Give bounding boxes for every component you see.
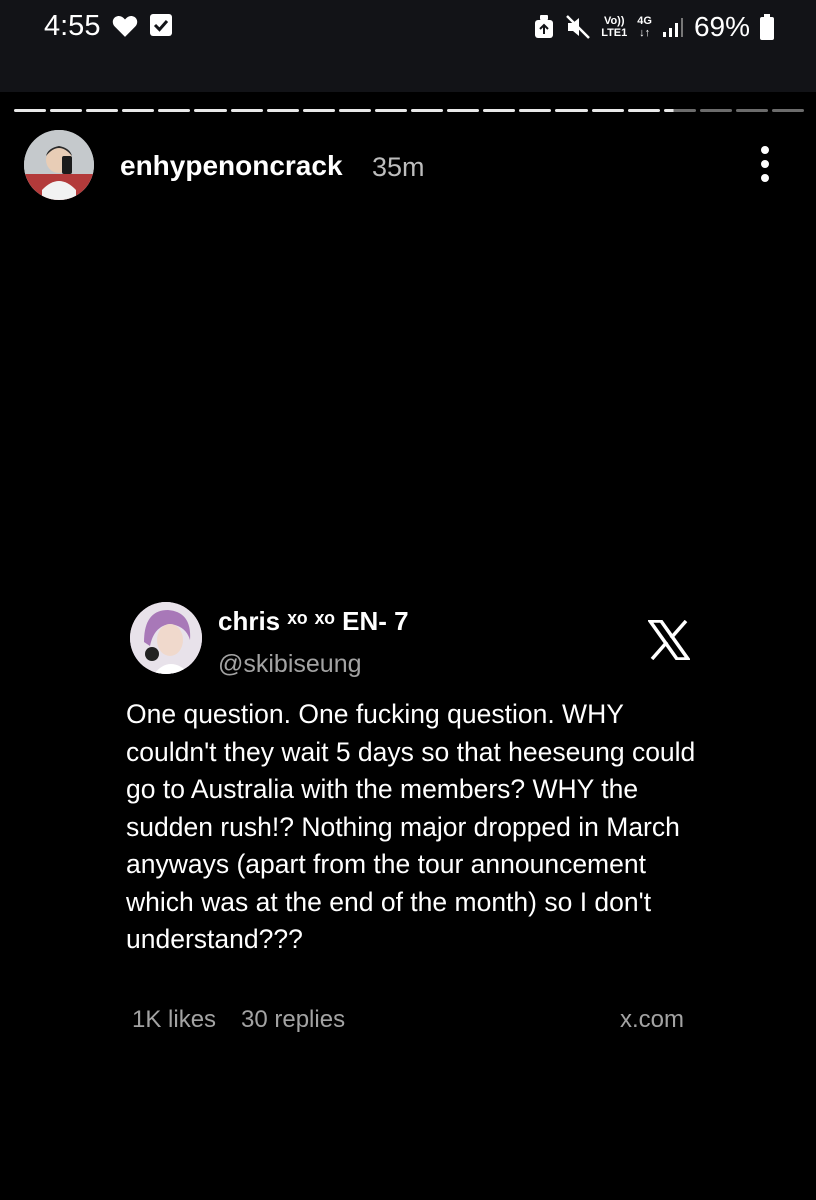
story-progress-segment <box>555 109 588 112</box>
story-time-ago: 35m <box>372 152 425 182</box>
heart-icon <box>112 15 138 37</box>
x-logo-icon <box>648 620 690 660</box>
story-progress-segment <box>699 109 732 112</box>
story-progress-segment <box>771 109 805 112</box>
tweet-likes: 1K likes <box>132 1006 217 1033</box>
story-progress-segment <box>230 109 263 112</box>
status-icons: Vo)) LTE1 4G ↓↑ 69% <box>533 10 774 44</box>
tweet-avatar <box>130 602 202 674</box>
story-progress-segment <box>194 109 227 112</box>
mute-icon <box>566 15 591 39</box>
story-header: enhypenoncrack 35m <box>24 130 794 200</box>
check-icon <box>150 14 172 36</box>
status-time: 4:55 <box>44 10 101 42</box>
story-progress-segment <box>266 109 299 112</box>
story-progress-segment <box>447 109 480 112</box>
tweet-handle: @skibiseung <box>218 650 362 678</box>
story-username[interactable]: enhypenoncrack <box>120 150 343 182</box>
tweet-replies: 30 replies <box>241 1006 346 1033</box>
story-progress-segment <box>411 109 444 112</box>
4g-icon: 4G ↓↑ <box>637 15 652 39</box>
tweet-display-name: chris ˣᵒ ˣᵒ EN- 7 <box>218 606 409 636</box>
story-progress-segment <box>122 109 155 112</box>
story-progress-segment <box>158 109 191 112</box>
story-progress-segment <box>86 109 119 112</box>
recycle-icon <box>535 15 554 38</box>
tweet-source-link[interactable]: x.com <box>620 1006 684 1034</box>
story-progress-segment <box>519 109 552 112</box>
story-progress-segment <box>302 109 335 112</box>
tweet-text: One question. One fucking question. WHY … <box>126 699 696 954</box>
more-options-icon[interactable] <box>760 146 770 182</box>
story-progress-segment <box>483 109 516 112</box>
story-progress-segment <box>14 109 47 112</box>
story-progress-segment <box>50 109 83 112</box>
story-viewer[interactable]: enhypenoncrack 35m <box>0 92 816 1200</box>
volte-icon: Vo)) LTE1 <box>601 15 628 39</box>
story-progress-bar <box>14 109 805 112</box>
battery-percent: 69% <box>693 11 750 42</box>
story-progress-segment <box>735 109 768 112</box>
battery-icon <box>760 14 774 40</box>
story-progress-segment <box>627 109 660 112</box>
story-progress-segment <box>663 109 696 112</box>
story-progress-segment <box>374 109 408 112</box>
avatar[interactable] <box>24 130 94 200</box>
signal-icon <box>662 18 683 37</box>
story-progress-segment <box>591 109 624 112</box>
story-progress-segment <box>338 109 371 112</box>
status-bar: 4:55 Vo)) LTE1 4G ↓↑ 69% <box>0 0 816 92</box>
